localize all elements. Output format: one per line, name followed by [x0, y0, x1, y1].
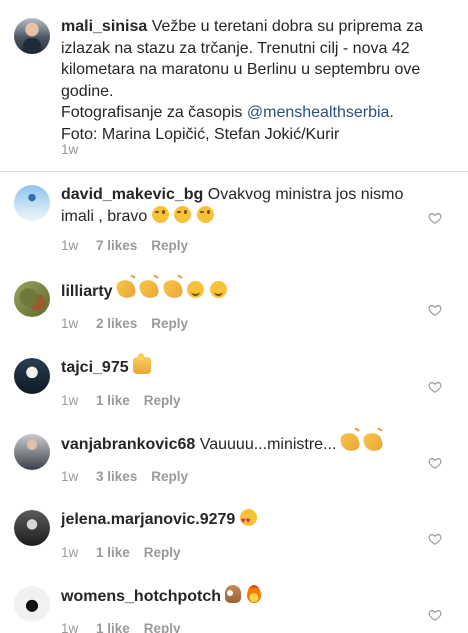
comment-username[interactable]: jelena.marjanovic.9279: [61, 511, 235, 528]
heart-icon[interactable]: [428, 303, 442, 317]
smile-emoji-icon: [209, 281, 227, 298]
comment-time: 1w: [61, 469, 79, 484]
heart-icon[interactable]: [428, 456, 442, 470]
comment-meta: 1w 3 likes Reply: [61, 469, 188, 484]
post-caption: mali_sinisa Vežbe u teretani dobra su pr…: [0, 0, 468, 171]
comment-username[interactable]: lilliarty: [61, 283, 113, 300]
comment-time: 1w: [61, 316, 79, 331]
hearteyes-emoji-icon: [239, 509, 257, 532]
reply-button[interactable]: Reply: [151, 469, 188, 484]
avatar[interactable]: [14, 18, 50, 54]
comment-meta: 1w 1 like Reply: [61, 621, 181, 633]
thumbs-emoji-icon: [133, 353, 152, 374]
comment-body: lilliarty: [61, 278, 417, 303]
avatar[interactable]: [14, 510, 50, 546]
fire-emoji-icon: [246, 585, 261, 603]
clap-emoji-icon: [362, 431, 384, 453]
comment-meta: 1w 7 likes Reply: [61, 238, 188, 253]
avatar[interactable]: [14, 586, 50, 622]
likes-count[interactable]: 7 likes: [96, 238, 137, 253]
comment-item: lilliarty 1w 2 likes Reply: [0, 268, 468, 344]
comment-body: womens_hotchpotch: [61, 585, 417, 608]
clap-emoji-icon: [138, 278, 161, 300]
comment-body: vanjabrankovic68 Vauuuu...ministre...: [61, 431, 417, 456]
likes-count[interactable]: 1 like: [96, 621, 130, 633]
avatar[interactable]: [14, 281, 50, 317]
heart-icon[interactable]: [428, 608, 442, 622]
comment-time: 1w: [61, 238, 79, 253]
comment-item: tajci_975 1w 1 like Reply: [0, 345, 468, 421]
comment-item: jelena.marjanovic.9279 1w 1 like Reply: [0, 497, 468, 573]
caption-text: mali_sinisa Vežbe u teretani dobra su pr…: [61, 16, 453, 145]
mention-link[interactable]: @menshealthserbia: [247, 104, 390, 121]
comment-body: david_makevic_bg Ovakvog ministra jos ni…: [61, 184, 417, 227]
comment-meta: 1w 1 like Reply: [61, 393, 181, 408]
likes-count[interactable]: 1 like: [96, 545, 130, 560]
comment-username[interactable]: vanjabrankovic68: [61, 436, 195, 453]
comment-meta: 1w 1 like Reply: [61, 545, 181, 560]
likes-count[interactable]: 2 likes: [96, 316, 137, 331]
comment-item: womens_hotchpotch 1w 1 like Reply: [0, 573, 468, 633]
reply-button[interactable]: Reply: [144, 621, 181, 633]
comment-item: vanjabrankovic68 Vauuuu...ministre... 1w…: [0, 421, 468, 497]
clap-emoji-icon: [115, 278, 137, 300]
caption-time: 1w: [61, 142, 79, 157]
comment-time: 1w: [61, 621, 79, 633]
comment-item: david_makevic_bg Ovakvog ministra jos ni…: [0, 172, 468, 253]
comment-time: 1w: [61, 545, 79, 560]
caption-line-b: Fotografisanje za časopis: [61, 104, 247, 121]
avatar[interactable]: [14, 358, 50, 394]
likes-count[interactable]: 1 like: [96, 393, 130, 408]
heart-icon[interactable]: [428, 380, 442, 394]
comment-text: Vauuuu...ministre...: [199, 436, 337, 453]
reply-button[interactable]: Reply: [151, 316, 188, 331]
comment-username[interactable]: tajci_975: [61, 359, 129, 376]
comment-body: tajci_975: [61, 353, 417, 379]
heart-icon[interactable]: [428, 532, 442, 546]
photo-credit: Foto: Marina Lopičić, Stefan Jokić/Kurir: [61, 125, 340, 143]
avatar[interactable]: [14, 185, 50, 221]
wink-emoji-icon: [151, 205, 169, 223]
reply-button[interactable]: Reply: [144, 393, 181, 408]
heart-icon[interactable]: [428, 211, 442, 225]
comment-time: 1w: [61, 393, 79, 408]
reply-button[interactable]: Reply: [151, 238, 188, 253]
wink-emoji-icon: [174, 205, 192, 223]
reply-button[interactable]: Reply: [144, 545, 181, 560]
mention-suffix: .: [389, 104, 394, 121]
likes-count[interactable]: 3 likes: [96, 469, 137, 484]
smile-emoji-icon: [187, 281, 205, 298]
comment-username[interactable]: david_makevic_bg: [61, 186, 203, 203]
wink-emoji-icon: [196, 205, 214, 223]
okhand-emoji-icon: [225, 585, 242, 603]
comment-username[interactable]: womens_hotchpotch: [61, 588, 221, 605]
clap-emoji-icon: [339, 431, 361, 453]
avatar[interactable]: [14, 434, 50, 470]
caption-username[interactable]: mali_sinisa: [61, 18, 147, 35]
comment-body: jelena.marjanovic.9279: [61, 509, 417, 532]
comment-meta: 1w 2 likes Reply: [61, 316, 188, 331]
clap-emoji-icon: [162, 278, 184, 300]
